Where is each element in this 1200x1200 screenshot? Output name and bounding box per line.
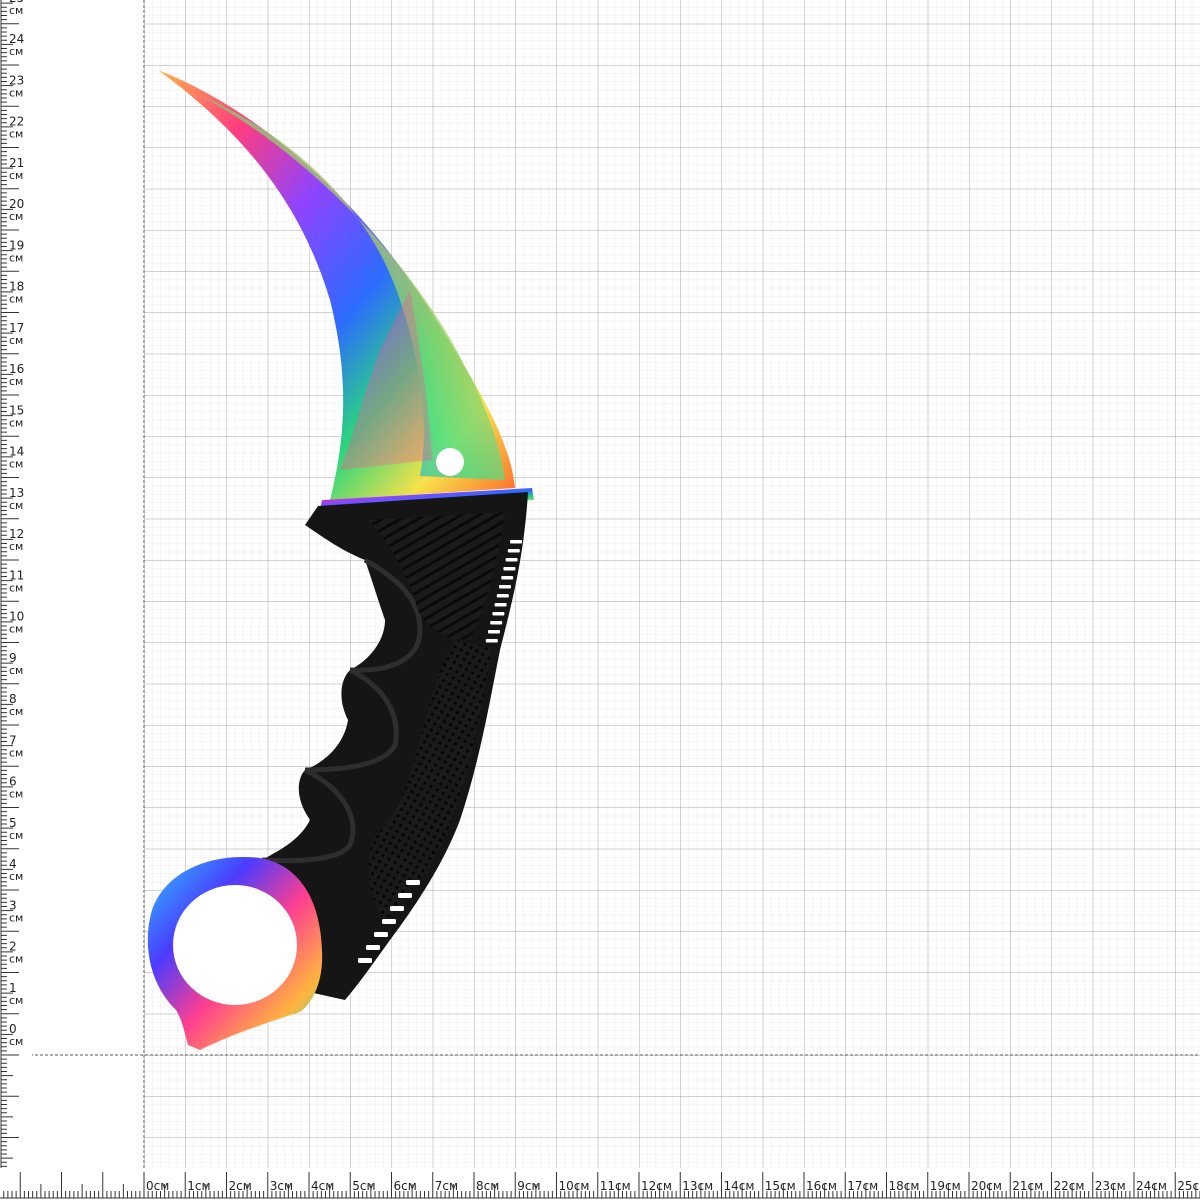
vertical-ruler-unit: см — [9, 705, 23, 718]
vertical-ruler-label: 5 — [9, 816, 17, 830]
vertical-ruler-label: 23 — [9, 73, 24, 87]
vertical-ruler-unit: см — [9, 746, 23, 759]
vertical-ruler-unit: см — [9, 829, 23, 842]
vertical-ruler-label: 19 — [9, 238, 24, 252]
horizontal-ruler-label: 19см — [930, 1179, 961, 1193]
vertical-ruler-label: 6 — [9, 775, 17, 789]
vertical-ruler-label: 21 — [9, 156, 24, 170]
vertical-ruler-label: 4 — [9, 857, 17, 871]
vertical-ruler-label: 15 — [9, 403, 24, 417]
horizontal-ruler-label: 11см — [600, 1179, 631, 1193]
horizontal-ruler-label: 15см — [765, 1179, 796, 1193]
horizontal-ruler-label: 22см — [1054, 1179, 1085, 1193]
horizontal-ruler-label: 13см — [682, 1179, 713, 1193]
vertical-ruler-label: 17 — [9, 321, 24, 335]
vertical-ruler-unit: см — [9, 210, 23, 223]
vertical-ruler-unit: см — [9, 458, 23, 471]
vertical-ruler-unit: см — [9, 623, 23, 636]
vertical-ruler-label: 24 — [9, 32, 24, 46]
vertical-ruler-label: 13 — [9, 486, 24, 500]
vertical-ruler-label: 8 — [9, 692, 17, 706]
vertical-ruler-unit: см — [9, 499, 23, 512]
vertical-ruler-label: 16 — [9, 362, 24, 376]
horizontal-ruler-label: 9см — [517, 1179, 540, 1193]
vertical-ruler-unit: см — [9, 416, 23, 429]
horizontal-ruler-label: 4см — [311, 1179, 334, 1193]
vertical-ruler-label: 14 — [9, 445, 24, 459]
vertical-ruler-label: 1 — [9, 981, 17, 995]
vertical-ruler-label: 9 — [9, 651, 17, 665]
horizontal-ruler-label: 7см — [435, 1179, 458, 1193]
vertical-ruler-unit: см — [9, 334, 23, 347]
vertical-ruler-unit: см — [9, 540, 23, 553]
vertical-ruler-label: 12 — [9, 527, 24, 541]
horizontal-ruler-label: 6см — [394, 1179, 417, 1193]
vertical-ruler-unit: см — [9, 375, 23, 388]
vertical-ruler-unit: см — [9, 86, 23, 99]
horizontal-ruler-label: 23см — [1095, 1179, 1126, 1193]
horizontal-ruler: 0см 1см 2см 3см 4см 5см 6см 7см 8см 9см 10см 11см 12… — [0, 1168, 1200, 1200]
horizontal-ruler-label: 8см — [476, 1179, 499, 1193]
vertical-ruler-unit: см — [9, 251, 23, 264]
horizontal-ruler-label: 14см — [724, 1179, 755, 1193]
vertical-ruler-label: 18 — [9, 280, 24, 294]
horizontal-ruler-label: 17см — [847, 1179, 878, 1193]
horizontal-ruler-label: 20см — [971, 1179, 1002, 1193]
vertical-ruler: 0см1см2см3см4см5см6см7см8см9см10см11см12… — [0, 0, 32, 1170]
horizontal-ruler-label: 1см — [187, 1179, 210, 1193]
vertical-ruler-unit: см — [9, 994, 23, 1007]
vertical-ruler-unit: см — [9, 293, 23, 306]
vertical-ruler-unit: см — [9, 581, 23, 594]
vertical-ruler-unit: см — [9, 4, 23, 17]
vertical-ruler-unit: см — [9, 788, 23, 801]
horizontal-ruler-label: 2см — [229, 1179, 252, 1193]
finger-ring-hole — [173, 885, 297, 1005]
vertical-ruler-unit: см — [9, 45, 23, 58]
vertical-ruler-unit: см — [9, 169, 23, 182]
horizontal-ruler-label: 21см — [1012, 1179, 1043, 1193]
measurement-canvas: 0см1см2см3см4см5см6см7см8см9см10см11см12… — [0, 0, 1200, 1200]
horizontal-ruler-label: 10см — [559, 1179, 590, 1193]
vertical-ruler-unit: см — [9, 870, 23, 883]
horizontal-ruler-label: 0см — [146, 1179, 169, 1193]
vertical-ruler-label: 11 — [9, 568, 24, 582]
horizontal-ruler-label: 16см — [806, 1179, 837, 1193]
horizontal-ruler-label: 5см — [352, 1179, 375, 1193]
vertical-ruler-label: 2 — [9, 940, 17, 954]
vertical-ruler-unit: см — [9, 664, 23, 677]
vertical-ruler-label: 0 — [9, 1022, 17, 1036]
vertical-ruler-label: 20 — [9, 197, 24, 211]
horizontal-ruler-label: 12см — [641, 1179, 672, 1193]
horizontal-ruler-label: 18см — [889, 1179, 920, 1193]
horizontal-ruler-label: 3см — [270, 1179, 293, 1193]
horizontal-ruler-label: 24см — [1136, 1179, 1167, 1193]
vertical-ruler-label: 7 — [9, 733, 17, 747]
vertical-ruler-unit: см — [9, 911, 23, 924]
vertical-ruler-label: 10 — [9, 610, 24, 624]
horizontal-ruler-label: 25с — [1177, 1179, 1199, 1193]
vertical-ruler-unit: см — [9, 1035, 23, 1048]
vertical-ruler-unit: см — [9, 128, 23, 141]
vertical-ruler-label: 3 — [9, 898, 17, 912]
vertical-ruler-unit: см — [9, 953, 23, 966]
vertical-ruler-label: 22 — [9, 115, 24, 129]
